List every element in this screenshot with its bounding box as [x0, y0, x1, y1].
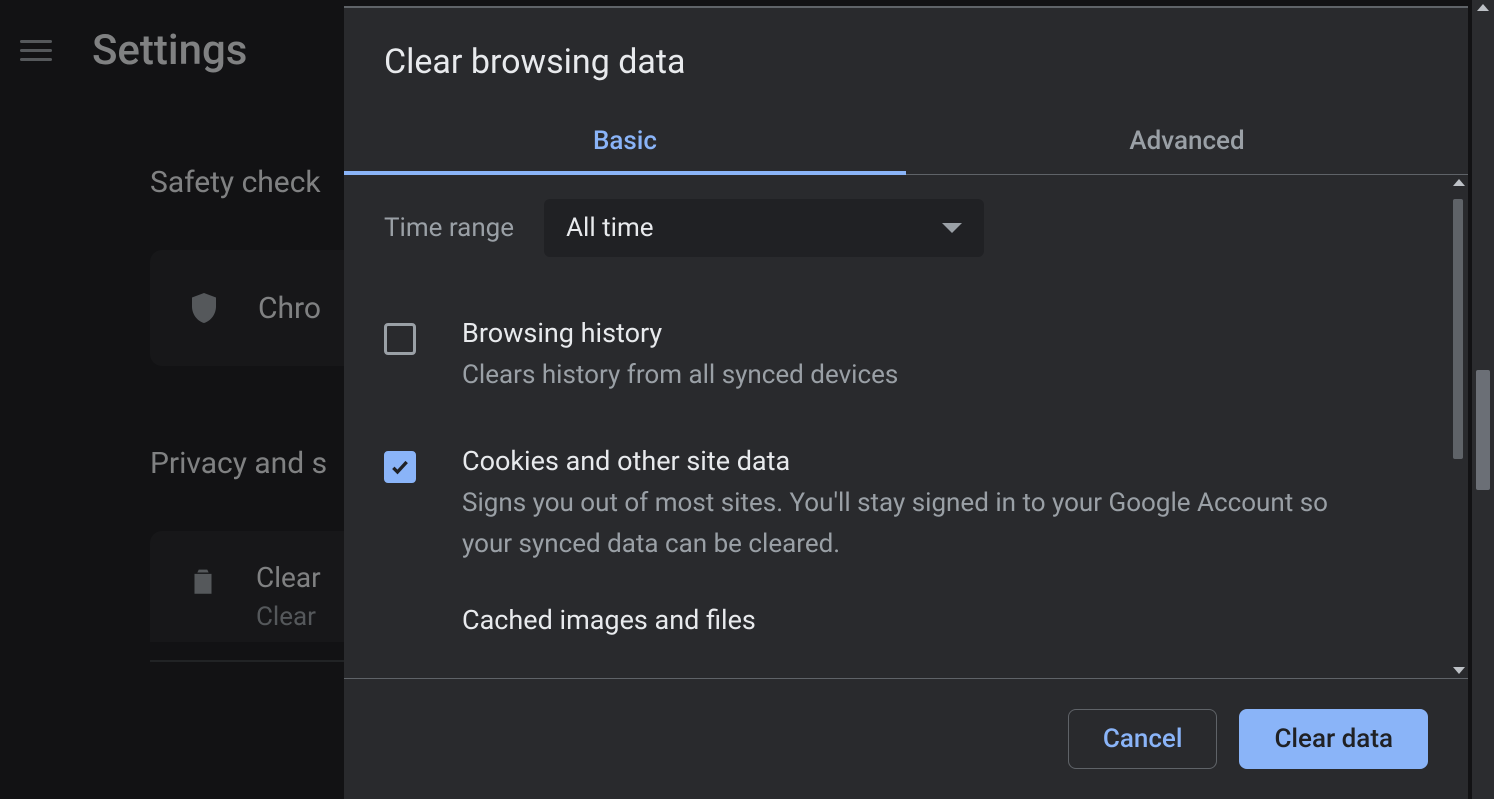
menu-icon[interactable]	[20, 40, 52, 61]
shield-icon	[186, 290, 222, 326]
tab-basic[interactable]: Basic	[344, 108, 906, 174]
option-description: Clears history from all synced devices	[462, 355, 898, 395]
dialog-tabs: Basic Advanced	[344, 108, 1468, 175]
scroll-thumb[interactable]	[1476, 370, 1490, 490]
dialog-footer: Cancel Clear data	[344, 678, 1468, 799]
checkbox-browsing-history[interactable]	[384, 323, 416, 355]
dialog-title: Clear browsing data	[344, 8, 1468, 108]
clear-title: Clear	[256, 561, 321, 594]
option-cookies[interactable]: Cookies and other site data Signs you ou…	[384, 431, 1428, 600]
check-icon	[390, 457, 410, 477]
cancel-button[interactable]: Cancel	[1068, 709, 1218, 769]
page-scrollbar[interactable]	[1472, 0, 1494, 799]
trash-icon	[186, 561, 220, 601]
time-range-label: Time range	[384, 213, 514, 243]
time-range-value: All time	[566, 213, 653, 243]
tab-advanced[interactable]: Advanced	[906, 108, 1468, 174]
scroll-up-icon[interactable]	[1453, 179, 1465, 186]
safety-check-text: Chro	[258, 291, 321, 326]
clear-browsing-data-dialog: Clear browsing data Basic Advanced Time …	[344, 6, 1468, 799]
scroll-thumb[interactable]	[1453, 199, 1463, 459]
option-title: Cookies and other site data	[462, 445, 1342, 477]
scroll-up-icon[interactable]	[1477, 4, 1489, 11]
option-browsing-history[interactable]: Browsing history Clears history from all…	[384, 303, 1428, 431]
page-title: Settings	[92, 26, 247, 75]
clear-subtitle: Clear	[256, 602, 321, 632]
option-title: Browsing history	[462, 317, 898, 349]
option-cached-title: Cached images and files	[462, 604, 1428, 636]
checkbox-cookies[interactable]	[384, 451, 416, 483]
clear-data-button[interactable]: Clear data	[1239, 709, 1428, 769]
dialog-body: Time range All time Browsing history Cle…	[344, 175, 1468, 678]
time-range-select[interactable]: All time	[544, 199, 984, 257]
chevron-down-icon	[942, 223, 962, 233]
option-description: Signs you out of most sites. You'll stay…	[462, 483, 1342, 564]
scroll-down-icon[interactable]	[1453, 667, 1465, 674]
dialog-scrollbar[interactable]	[1450, 175, 1466, 678]
